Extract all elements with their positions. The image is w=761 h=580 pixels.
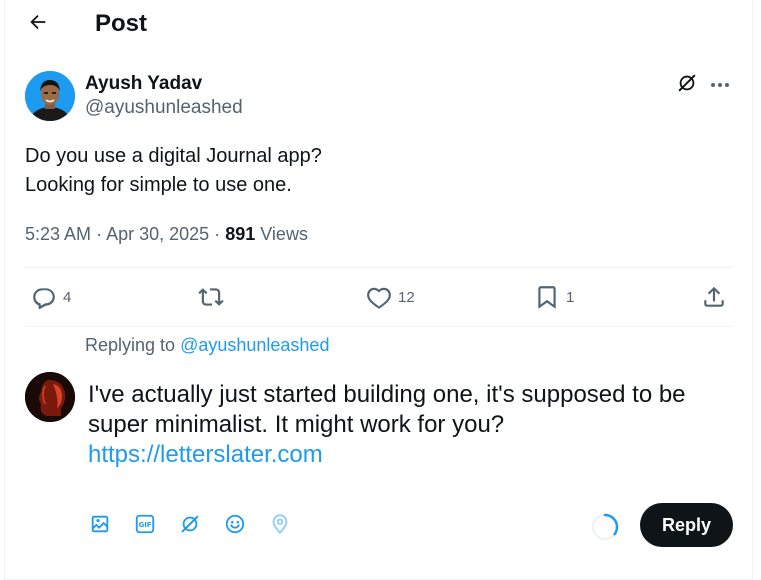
post-text: Do you use a digital Journal app? Lookin… (25, 142, 322, 200)
user-avatar[interactable] (25, 372, 75, 422)
repost-action[interactable] (198, 282, 224, 312)
character-progress-ring (590, 512, 620, 542)
share-action[interactable] (701, 282, 727, 312)
reply-action[interactable]: 4 (31, 282, 71, 312)
arrow-left-icon (27, 11, 49, 38)
gif-icon: GIF (134, 513, 156, 540)
page-header: Post (0, 0, 761, 48)
more-horizontal-icon (710, 75, 730, 93)
bookmark-icon (534, 284, 560, 310)
meta-separator: · (214, 224, 221, 244)
share-icon (701, 284, 727, 310)
location-icon (269, 513, 291, 540)
like-count: 12 (398, 288, 415, 306)
grok-button[interactable] (674, 72, 700, 98)
author-avatar[interactable] (25, 71, 75, 121)
back-button[interactable] (20, 8, 56, 40)
heart-icon (366, 284, 392, 310)
divider (25, 267, 733, 268)
reply-draft-text: I've actually just started building one,… (88, 381, 686, 438)
replying-prefix: Replying to (85, 335, 176, 355)
views-label: Views (260, 224, 308, 244)
bookmark-action[interactable]: 1 (534, 282, 574, 312)
post-time[interactable]: 5:23 AM (25, 224, 91, 244)
grok-tool-button[interactable] (176, 512, 204, 540)
divider (25, 326, 733, 327)
replying-to: Replying to @ayushunleashed (85, 333, 329, 357)
post-text-line: Do you use a digital Journal app? (25, 145, 322, 167)
like-action[interactable]: 12 (366, 282, 415, 312)
author-handle[interactable]: @ayushunleashed (85, 97, 243, 119)
grok-icon (676, 72, 698, 99)
more-button[interactable] (706, 72, 734, 96)
author-name[interactable]: Ayush Yadav (85, 73, 202, 95)
reply-button[interactable]: Reply (640, 503, 733, 547)
page-title: Post (95, 10, 148, 37)
reply-draft-link[interactable]: https://letterslater.com (88, 441, 323, 468)
post-text-line: Looking for simple to use one. (25, 174, 292, 196)
replying-handle[interactable]: @ayushunleashed (180, 335, 329, 355)
location-button[interactable] (266, 512, 294, 540)
emoji-button[interactable] (221, 512, 249, 540)
emoji-icon (224, 513, 246, 540)
meta-separator: · (96, 224, 103, 244)
reply-text-input[interactable]: I've actually just started building one,… (88, 380, 728, 470)
grok-icon (179, 513, 201, 540)
reply-icon (31, 284, 57, 310)
gif-button[interactable]: GIF (131, 512, 159, 540)
bookmark-count: 1 (566, 288, 575, 306)
reply-count: 4 (63, 288, 72, 306)
views-count: 891 (225, 224, 256, 244)
post-date[interactable]: Apr 30, 2025 (106, 224, 209, 244)
repost-icon (198, 284, 224, 310)
svg-text:GIF: GIF (139, 521, 152, 529)
post-meta: 5:23 AM · Apr 30, 2025 · 891 Views (25, 222, 308, 246)
media-button[interactable] (86, 512, 114, 540)
image-icon (89, 513, 111, 540)
